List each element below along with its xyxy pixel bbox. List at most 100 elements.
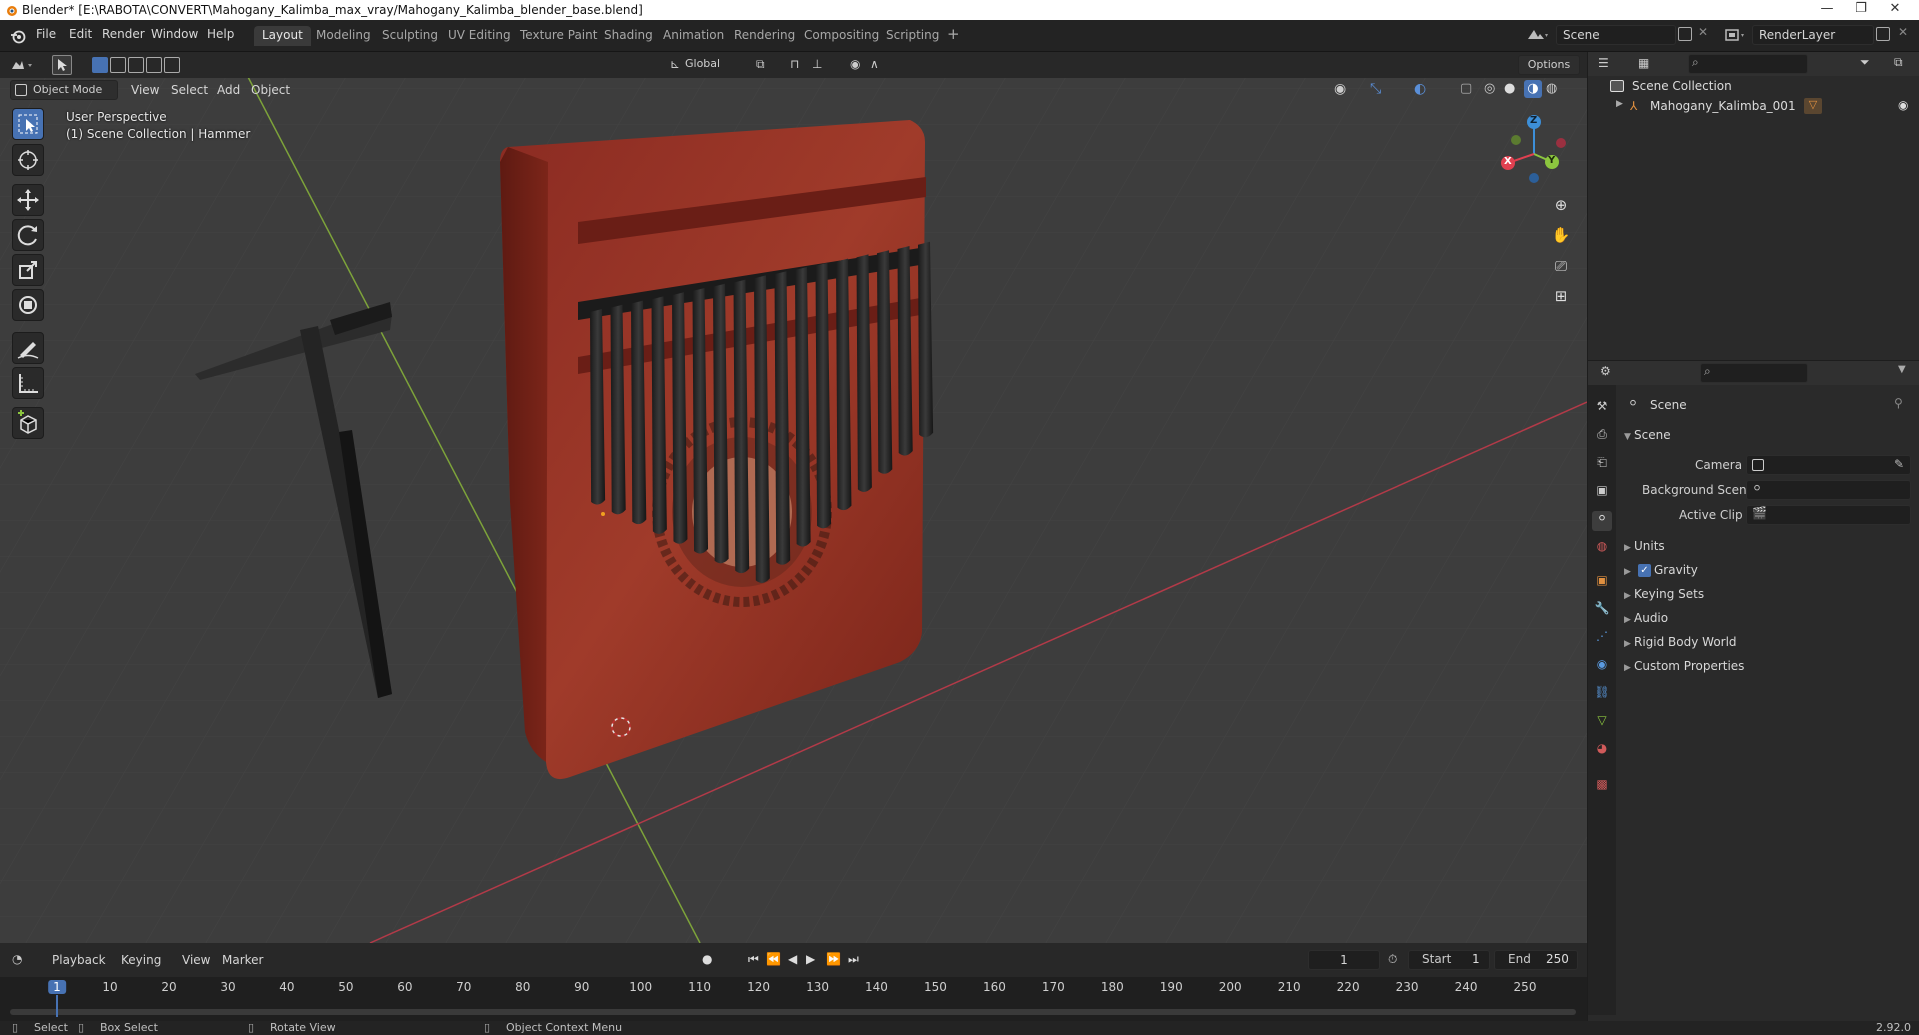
active-clip-field[interactable] xyxy=(1746,505,1911,525)
scene-field[interactable]: Scene xyxy=(1556,25,1676,45)
camera-field[interactable] xyxy=(1746,455,1911,475)
properties-options-icon[interactable]: ▼ xyxy=(1898,364,1906,375)
timeline-menu-marker[interactable]: Marker xyxy=(222,953,263,967)
tab-shading[interactable]: Shading xyxy=(596,26,661,46)
outliner-editor-icon[interactable]: ☰ xyxy=(1598,56,1609,70)
new-scene-icon[interactable] xyxy=(1678,27,1692,41)
transform-tool[interactable] xyxy=(12,289,44,321)
renderlayer-icon[interactable] xyxy=(1724,27,1746,43)
zoom-icon[interactable]: ⊕ xyxy=(1548,192,1574,218)
gravity-checkbox[interactable]: ✓ xyxy=(1638,564,1651,577)
move-tool[interactable] xyxy=(12,184,44,216)
timeline-editor-icon[interactable]: ◔ xyxy=(12,952,22,966)
display-mode-icon[interactable]: ▦ xyxy=(1638,56,1649,70)
filter-icon[interactable]: ⏷ xyxy=(1860,55,1870,70)
texture-tab-icon[interactable]: ▩ xyxy=(1592,777,1612,797)
tab-sculpting[interactable]: Sculpting xyxy=(374,26,446,46)
maximize-button[interactable]: ❐ xyxy=(1846,0,1876,20)
prev-keyframe-icon[interactable]: ⏪ xyxy=(766,952,781,966)
pivot-point-icon[interactable]: ⧉ xyxy=(756,57,765,72)
modifier-tab-icon[interactable]: 🔧 xyxy=(1592,601,1612,621)
select-mode-extend-icon[interactable] xyxy=(110,57,126,73)
tab-modeling[interactable]: Modeling xyxy=(308,26,379,46)
audio-panel-header[interactable]: ▶ Audio xyxy=(1624,611,1668,625)
select-box-tool[interactable] xyxy=(12,108,44,140)
jump-start-icon[interactable]: ⏮ xyxy=(748,952,759,967)
timeline-menu-keying[interactable]: Keying xyxy=(121,953,161,967)
rigid-body-world-panel-header[interactable]: ▶ Rigid Body World xyxy=(1624,635,1737,649)
tab-compositing[interactable]: Compositing xyxy=(796,26,887,46)
data-tab-icon[interactable]: ▽ xyxy=(1592,713,1612,733)
select-mode-invert-icon[interactable] xyxy=(146,57,162,73)
menu-help[interactable]: Help xyxy=(207,27,234,41)
remove-scene-icon[interactable]: ✕ xyxy=(1698,25,1708,39)
shading-wireframe-icon[interactable]: ◎ xyxy=(1484,81,1495,96)
outliner-row-object[interactable]: ▶ ⅄ Mahogany_Kalimba_001 ▽ ◉ xyxy=(1608,98,1918,116)
shading-solid-icon[interactable]: ● xyxy=(1504,81,1515,96)
material-tab-icon[interactable]: ◕ xyxy=(1592,741,1612,761)
xray-toggle-icon[interactable]: ▢ xyxy=(1460,81,1472,96)
renderlayer-field[interactable]: RenderLayer xyxy=(1752,25,1874,45)
play-icon[interactable]: ▶ xyxy=(806,952,815,966)
tab-layout[interactable]: Layout xyxy=(254,26,311,46)
blender-menu-icon[interactable] xyxy=(10,28,26,44)
proportional-edit-icon[interactable]: ◉ xyxy=(850,57,860,71)
expand-arrow-icon[interactable]: ▶ xyxy=(1616,99,1623,109)
visibility-eye-icon[interactable]: ◉ xyxy=(1898,98,1908,112)
close-button[interactable]: ✕ xyxy=(1880,0,1910,20)
overlay-toggle-icon[interactable]: ◐ xyxy=(1414,81,1426,97)
timeline-menu-view[interactable]: View xyxy=(182,953,210,967)
new-renderlayer-icon[interactable] xyxy=(1876,27,1890,41)
properties-editor-icon[interactable]: ⚙ xyxy=(1600,364,1611,378)
scene-selector-icon[interactable] xyxy=(1526,27,1550,43)
select-mode-subtract-icon[interactable] xyxy=(128,57,144,73)
menu-edit[interactable]: Edit xyxy=(69,27,92,41)
play-reverse-icon[interactable]: ◀ xyxy=(788,952,797,966)
falloff-icon[interactable]: ∧ xyxy=(870,57,879,71)
snap-icon[interactable]: ⊓ xyxy=(790,57,799,71)
transform-orientation-dropdown[interactable]: Global xyxy=(685,55,745,75)
record-icon[interactable]: ● xyxy=(702,952,712,966)
timeline-scrollbar[interactable] xyxy=(10,1009,1576,1015)
snap-target-icon[interactable]: ⊥ xyxy=(812,57,822,71)
output-tab-icon[interactable]: ⎗ xyxy=(1592,455,1612,475)
viewport-menu-view[interactable]: View xyxy=(131,83,159,97)
current-frame-marker[interactable]: 1 xyxy=(48,980,66,994)
timeline-body[interactable]: 1 10 20 30 40 50 60 70 80 90 100 110 120 130 140 150 160… xyxy=(0,977,1587,1025)
eyedropper-icon[interactable]: ✎ xyxy=(1894,457,1904,471)
new-collection-icon[interactable]: ⧉ xyxy=(1894,55,1903,70)
scene-panel-header[interactable]: ▼ Scene xyxy=(1624,428,1671,442)
physics-tab-icon[interactable]: ◉ xyxy=(1592,657,1612,677)
tab-scripting[interactable]: Scripting xyxy=(878,26,947,46)
jump-end-icon[interactable]: ⏭ xyxy=(848,952,859,967)
units-panel-header[interactable]: ▶ Units xyxy=(1624,539,1665,553)
cursor-tool[interactable] xyxy=(12,144,44,176)
annotate-tool[interactable] xyxy=(12,332,44,364)
viewport-menu-select[interactable]: Select xyxy=(171,83,208,97)
rotate-tool[interactable] xyxy=(12,219,44,251)
tab-texture-paint[interactable]: Texture Paint xyxy=(512,26,605,46)
select-tool-icon[interactable] xyxy=(52,55,72,75)
scale-tool[interactable] xyxy=(12,254,44,286)
constraints-tab-icon[interactable]: ⛓ xyxy=(1592,685,1612,705)
render-tab-icon[interactable]: ⎙ xyxy=(1592,427,1612,447)
3d-viewport[interactable] xyxy=(0,52,1587,943)
tab-uv-editing[interactable]: UV Editing xyxy=(440,26,519,46)
gravity-panel-header[interactable]: ▶ ✓ Gravity xyxy=(1624,563,1698,577)
measure-tool[interactable] xyxy=(12,367,44,399)
custom-properties-panel-header[interactable]: ▶ Custom Properties xyxy=(1624,659,1744,673)
tab-rendering[interactable]: Rendering xyxy=(726,26,803,46)
minimize-button[interactable]: — xyxy=(1812,0,1842,20)
ortho-grid-icon[interactable]: ⊞ xyxy=(1548,283,1574,309)
viewport-menu-object[interactable]: Object xyxy=(251,83,290,97)
add-workspace-button[interactable]: + xyxy=(947,25,960,43)
pan-hand-icon[interactable]: ✋ xyxy=(1548,222,1574,248)
tool-tab-icon[interactable]: ⚒ xyxy=(1592,399,1612,419)
add-cube-tool[interactable] xyxy=(12,407,44,439)
visibility-eye-icon[interactable]: ◉ xyxy=(1334,81,1346,97)
remove-renderlayer-icon[interactable]: ✕ xyxy=(1898,25,1908,39)
menu-file[interactable]: File xyxy=(36,27,56,41)
menu-window[interactable]: Window xyxy=(151,27,198,41)
editor-type-icon[interactable] xyxy=(10,57,36,73)
next-keyframe-icon[interactable]: ⏩ xyxy=(826,952,841,966)
